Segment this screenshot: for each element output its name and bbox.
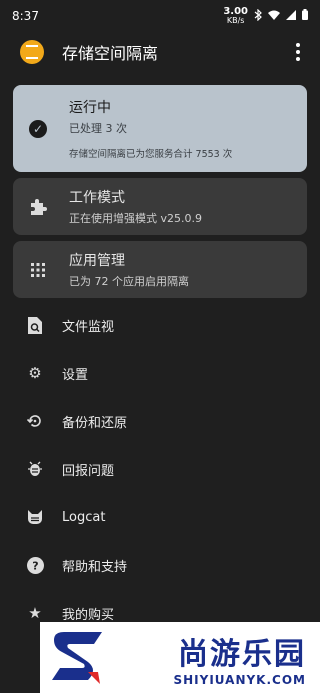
status-summary: 存储空间隔离已为您服务合计 7553 次 bbox=[69, 149, 233, 160]
help-icon: ? bbox=[26, 556, 44, 574]
menu-list: 文件监视 ⚙ 设置 备份和还原 回报问题 Logcat ? 帮助和支持 ★ 我的… bbox=[0, 301, 320, 637]
work-mode-subtitle: 正在使用增强模式 v25.0.9 bbox=[69, 212, 202, 225]
app-management-card[interactable]: 应用管理 已为 72 个应用启用隔离 bbox=[13, 241, 307, 298]
status-processed: 已处理 3 次 bbox=[69, 122, 127, 135]
menu-item-settings[interactable]: ⚙ 设置 bbox=[0, 349, 320, 397]
menu-item-label: 我的购买 bbox=[62, 607, 115, 623]
status-time: 8:37 bbox=[12, 9, 39, 23]
status-bar: 8:37 3.00 KB/s bbox=[0, 0, 320, 32]
menu-item-label: 设置 bbox=[62, 367, 89, 383]
status-icons: 3.00 KB/s bbox=[223, 7, 308, 25]
menu-item-label: 文件监视 bbox=[62, 319, 115, 335]
puzzle-icon bbox=[27, 196, 49, 218]
bluetooth-icon bbox=[254, 8, 262, 24]
wifi-icon bbox=[268, 10, 280, 23]
menu-item-logcat[interactable]: Logcat bbox=[0, 493, 320, 541]
work-mode-card[interactable]: 工作模式 正在使用增强模式 v25.0.9 bbox=[13, 178, 307, 235]
menu-item-label: 回报问题 bbox=[62, 463, 115, 479]
network-speed-value: 3.00 bbox=[223, 6, 248, 17]
app-logo-icon bbox=[20, 40, 44, 64]
menu-item-report-issue[interactable]: 回报问题 bbox=[0, 445, 320, 493]
svg-text:?: ? bbox=[32, 559, 38, 572]
menu-item-backup-restore[interactable]: 备份和还原 bbox=[0, 397, 320, 445]
menu-item-label: Logcat bbox=[62, 509, 106, 525]
app-bar: 存储空间隔离 bbox=[0, 32, 320, 72]
restore-icon bbox=[26, 412, 44, 430]
file-search-icon bbox=[26, 316, 44, 334]
app-title: 存储空间隔离 bbox=[62, 44, 159, 63]
menu-item-label: 备份和还原 bbox=[62, 415, 128, 431]
watermark-logo-icon bbox=[52, 632, 102, 684]
check-circle-icon: ✓ bbox=[27, 118, 49, 140]
status-card[interactable]: ✓ 运行中 已处理 3 次 存储空间隔离已为您服务合计 7553 次 bbox=[13, 85, 307, 172]
gear-icon: ⚙ bbox=[28, 364, 42, 382]
menu-item-file-monitor[interactable]: 文件监视 bbox=[0, 301, 320, 349]
bug-icon bbox=[26, 460, 44, 478]
app-management-title: 应用管理 bbox=[69, 253, 125, 269]
work-mode-title: 工作模式 bbox=[69, 190, 125, 206]
status-title: 运行中 bbox=[69, 100, 111, 116]
more-vert-icon[interactable] bbox=[288, 43, 308, 61]
watermark-main-text: 尚游乐园 bbox=[178, 636, 306, 672]
app-management-subtitle: 已为 72 个应用启用隔离 bbox=[69, 275, 189, 288]
menu-item-label: 帮助和支持 bbox=[62, 559, 128, 575]
star-icon: ★ bbox=[28, 604, 42, 622]
apps-grid-icon bbox=[27, 259, 49, 281]
bottom-strip bbox=[0, 686, 40, 693]
watermark: 尚游乐园 SHIYIUANYK.COM bbox=[40, 622, 320, 693]
battery-icon bbox=[302, 9, 308, 23]
network-speed-unit: KB/s bbox=[226, 16, 245, 25]
menu-item-help[interactable]: ? 帮助和支持 bbox=[0, 541, 320, 589]
network-speed: 3.00 KB/s bbox=[223, 6, 248, 26]
cat-icon bbox=[26, 508, 44, 526]
signal-icon bbox=[286, 9, 296, 23]
watermark-sub-text: SHIYIUANYK.COM bbox=[173, 672, 306, 687]
